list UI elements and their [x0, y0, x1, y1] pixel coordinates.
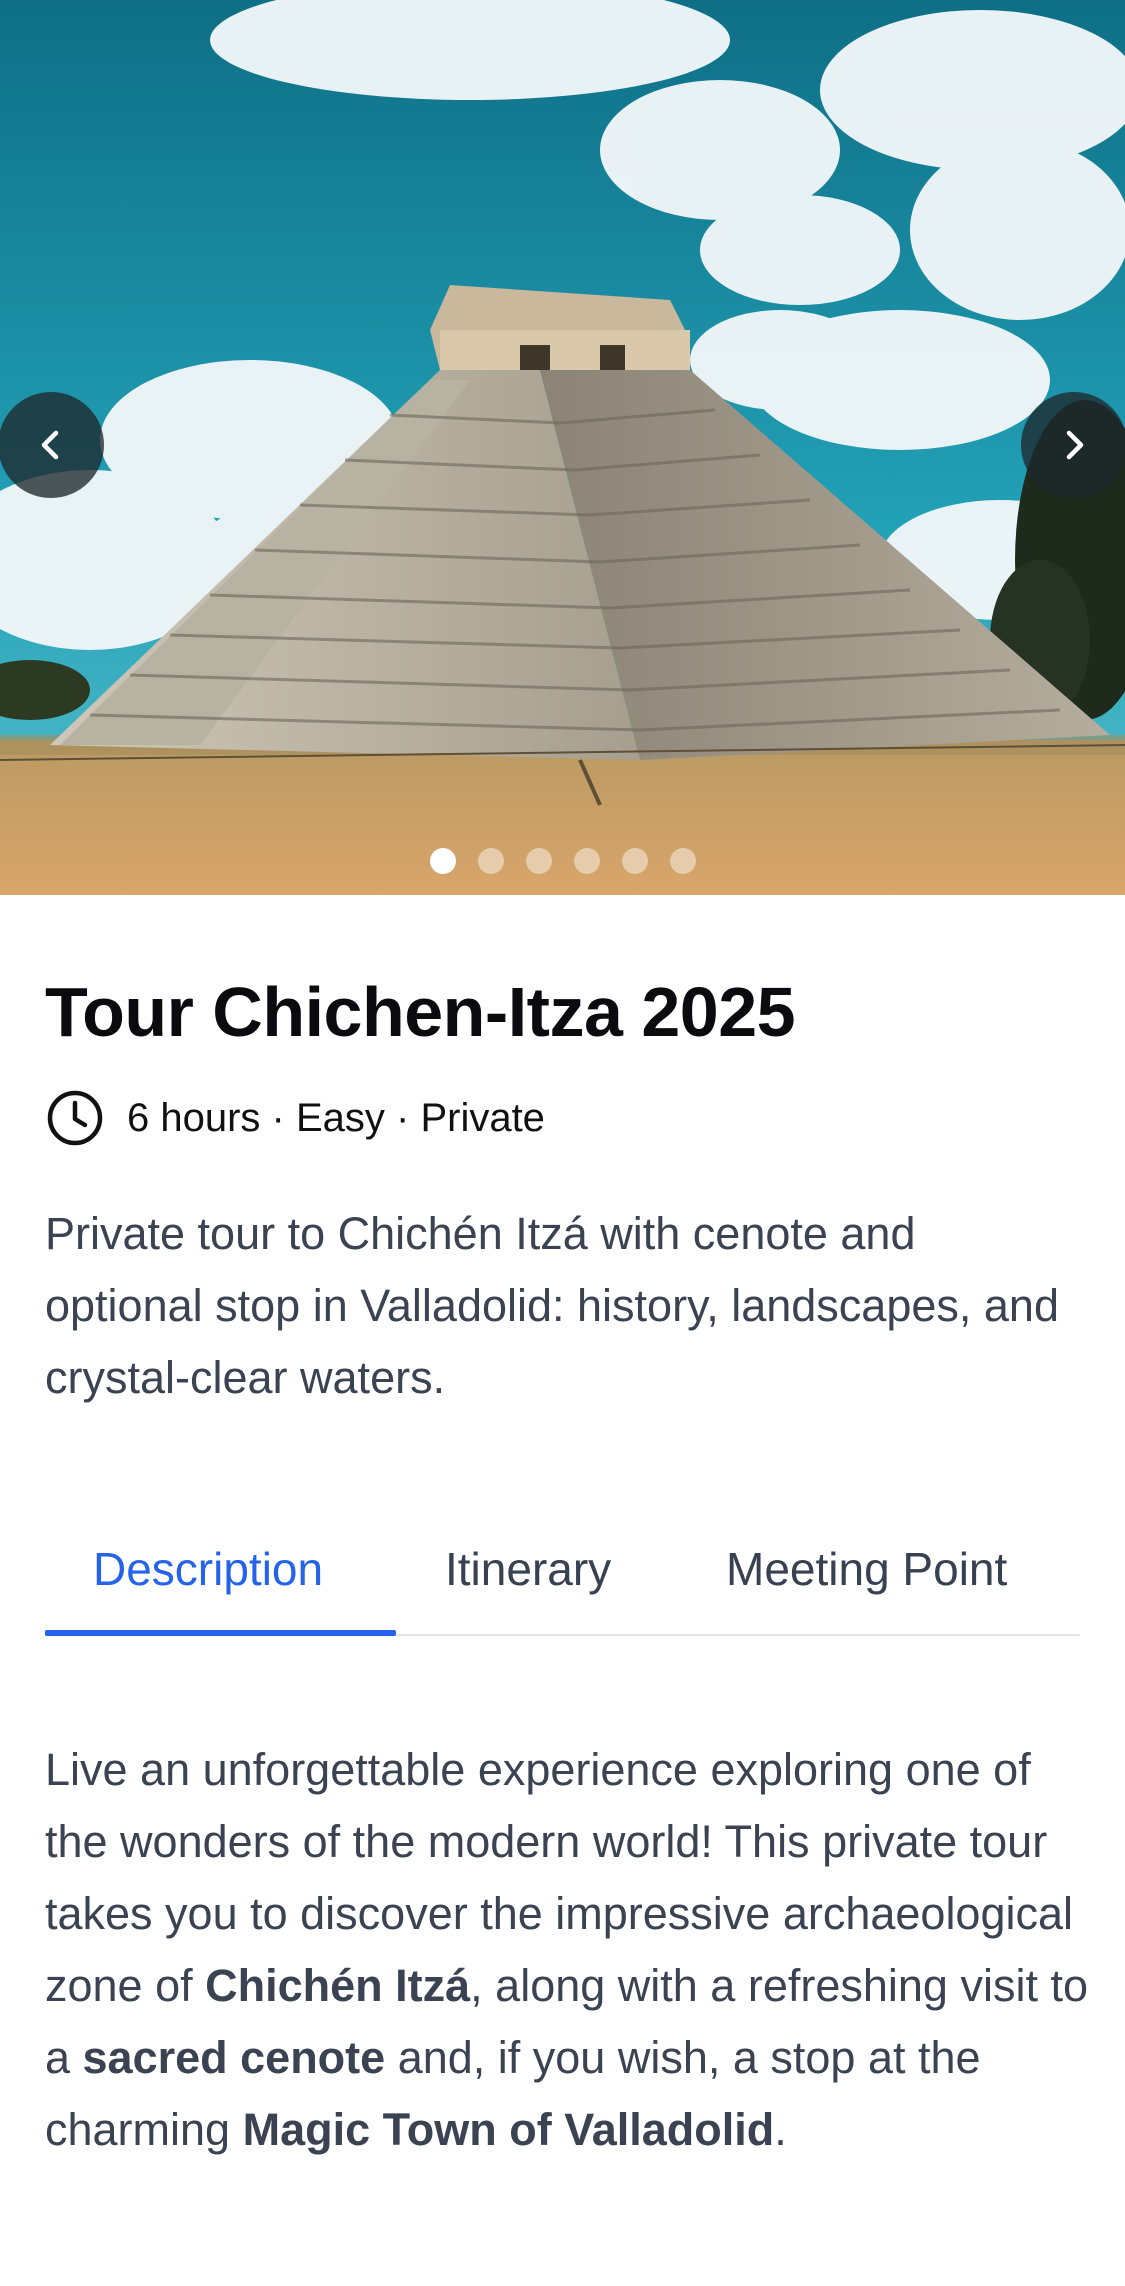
tour-meta-text: 6 hours · Easy · Private	[127, 1095, 545, 1140]
carousel-dot[interactable]	[429, 848, 456, 874]
tab-itinerary[interactable]: Itinerary	[445, 1542, 611, 1596]
description-part: .	[774, 2104, 787, 2155]
tab-bar: Description Itinerary Meeting Point	[45, 1512, 1080, 1636]
description-text: Live an unforgettable experience explori…	[45, 1734, 1095, 2166]
active-tab-indicator	[45, 1630, 396, 1636]
hero-carousel[interactable]	[0, 0, 1125, 895]
chevron-right-icon	[1066, 430, 1084, 460]
description-highlight: Magic Town of Valladolid	[242, 2104, 775, 2155]
carousel-dot[interactable]	[477, 848, 504, 874]
description-highlight: sacred cenote	[82, 2032, 386, 2083]
clock-icon	[47, 1090, 103, 1146]
carousel-prev-button[interactable]	[0, 392, 104, 498]
carousel-dot[interactable]	[573, 848, 600, 874]
tab-description[interactable]: Description	[93, 1542, 323, 1596]
carousel-dot[interactable]	[621, 848, 648, 874]
tour-summary: Private tour to Chichén Itzá with cenote…	[45, 1208, 1059, 1403]
carousel-dot[interactable]	[525, 848, 552, 874]
tour-meta: 6 hours · Easy · Private	[45, 1088, 545, 1148]
description-highlight: Chichén Itzá	[205, 1960, 471, 2011]
chevron-left-icon	[41, 430, 59, 460]
pyramid-photo	[0, 0, 1125, 895]
page-title: Tour Chichen-Itza 2025	[45, 973, 796, 1051]
carousel-pagination	[0, 848, 1125, 874]
carousel-dot[interactable]	[669, 848, 696, 874]
carousel-next-button[interactable]	[1021, 392, 1125, 498]
tab-meeting-point[interactable]: Meeting Point	[726, 1542, 1007, 1596]
